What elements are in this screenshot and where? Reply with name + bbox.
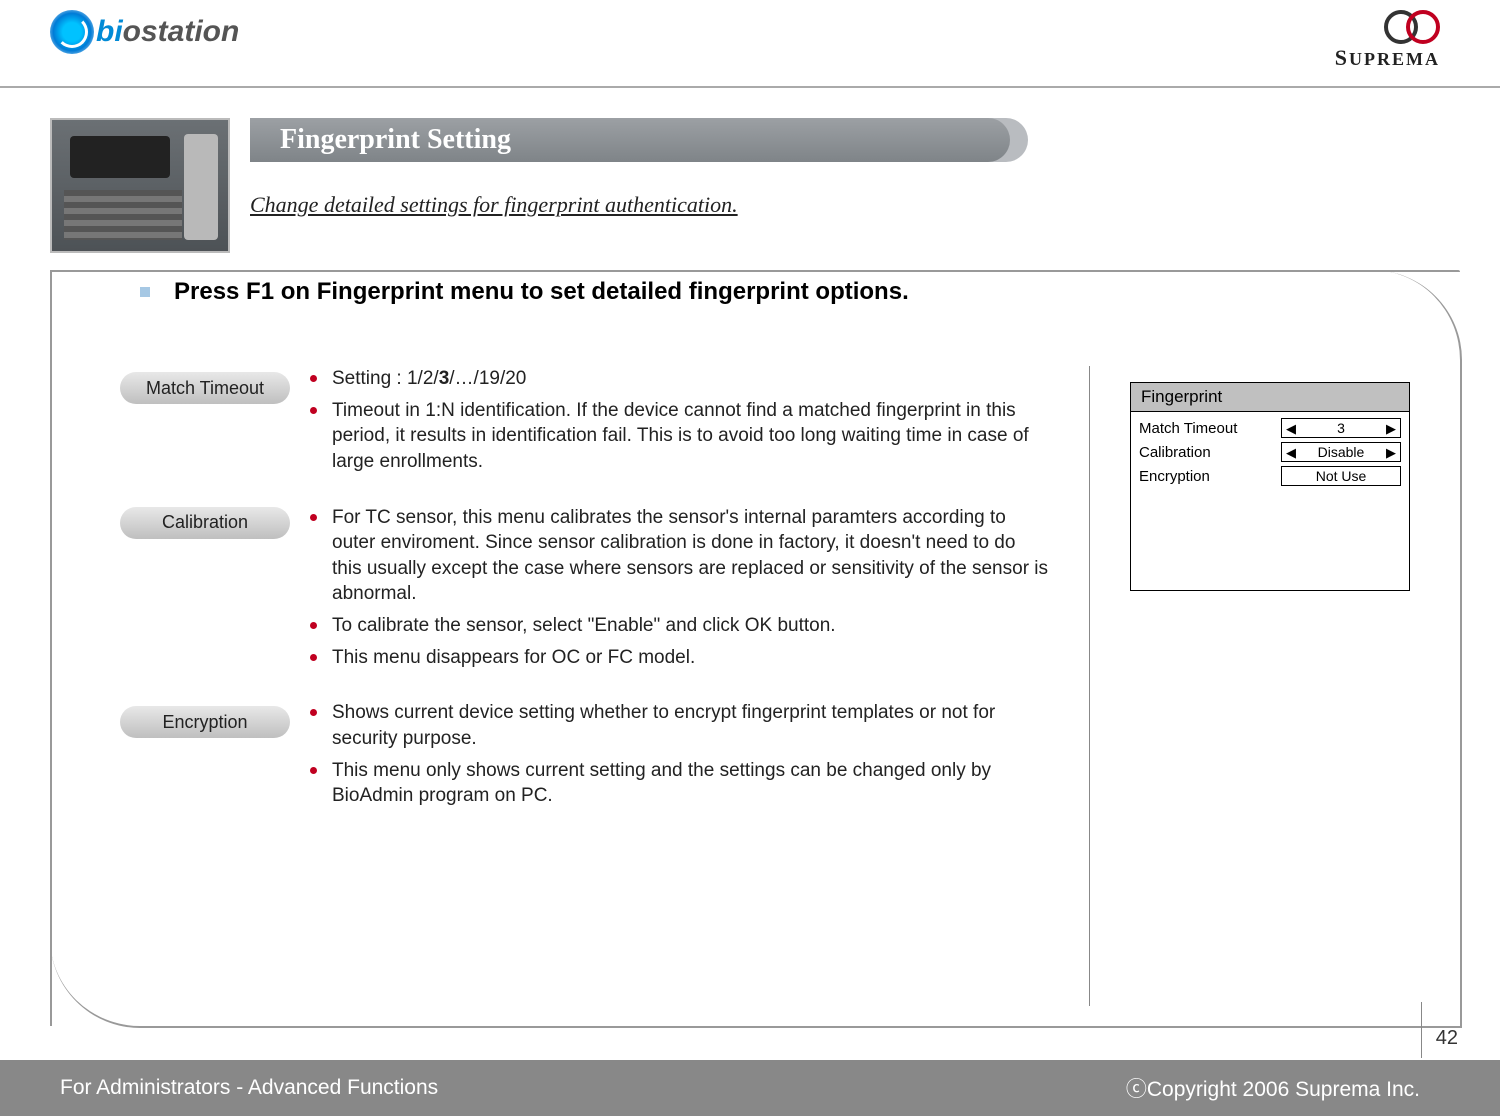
title-pill: Fingerprint Setting xyxy=(250,118,1010,162)
lcd-row-calibration: Calibration ◀ Disable ▶ xyxy=(1139,442,1401,462)
lcd-row-match-timeout: Match Timeout ◀ 3 ▶ xyxy=(1139,418,1401,438)
pill-match-timeout: Match Timeout xyxy=(120,372,290,404)
footer-right: ⓒCopyright 2006 Suprema Inc. xyxy=(1126,1073,1420,1103)
encryption-b2: This menu only shows current setting and… xyxy=(310,758,1049,809)
page-subtitle: Change detailed settings for fingerprint… xyxy=(250,192,1460,218)
calibration-b1: For TC sensor, this menu calibrates the … xyxy=(310,505,1049,608)
body-column: Match Timeout Setting : 1/2/3/…/19/20 Ti… xyxy=(120,366,1049,839)
section-heading: Press F1 on Fingerprint menu to set deta… xyxy=(140,278,1430,306)
logo-suprema: SUPREMA xyxy=(1335,10,1440,71)
page-number: 42 xyxy=(1436,1027,1458,1050)
main-panel: Press F1 on Fingerprint menu to set deta… xyxy=(50,270,1462,1028)
lcd-select-match-timeout[interactable]: ◀ 3 ▶ xyxy=(1281,418,1401,438)
triangle-right-icon[interactable]: ▶ xyxy=(1386,446,1396,459)
title-row: Fingerprint Setting Change detailed sett… xyxy=(50,118,1460,253)
pill-calibration: Calibration xyxy=(120,507,290,539)
logo-text-ostation: ostation xyxy=(123,15,240,48)
square-bullet-icon xyxy=(140,287,150,297)
pill-encryption: Encryption xyxy=(120,706,290,738)
lcd-column: Fingerprint Match Timeout ◀ 3 ▶ Calibrat… xyxy=(1130,366,1430,591)
lcd-select-calibration[interactable]: ◀ Disable ▶ xyxy=(1281,442,1401,462)
lcd-mockup: Fingerprint Match Timeout ◀ 3 ▶ Calibrat… xyxy=(1130,382,1410,591)
logo-text-bi: bi xyxy=(96,15,123,48)
triangle-left-icon[interactable]: ◀ xyxy=(1286,422,1296,435)
logo-biostation: biostation xyxy=(50,10,239,54)
match-timeout-desc: Timeout in 1:N identification. If the de… xyxy=(310,398,1049,475)
match-timeout-setting: Setting : 1/2/3/…/19/20 xyxy=(310,366,1049,392)
lcd-label: Encryption xyxy=(1139,468,1210,485)
item-encryption: Encryption Shows current device setting … xyxy=(120,700,1049,815)
triangle-left-icon[interactable]: ◀ xyxy=(1286,446,1296,459)
calibration-b3: This menu disappears for OC or FC model. xyxy=(310,645,1049,671)
item-calibration: Calibration For TC sensor, this menu cal… xyxy=(120,505,1049,677)
page-header: biostation SUPREMA xyxy=(0,0,1500,88)
page-title: Fingerprint Setting xyxy=(280,124,511,156)
heading-text: Press F1 on Fingerprint menu to set deta… xyxy=(174,278,909,306)
lcd-label: Match Timeout xyxy=(1139,420,1237,437)
calibration-b2: To calibrate the sensor, select "Enable"… xyxy=(310,613,1049,639)
suprema-text: SUPREMA xyxy=(1335,45,1440,71)
infinity-icon xyxy=(1384,10,1440,40)
triangle-right-icon[interactable]: ▶ xyxy=(1386,422,1396,435)
device-thumbnail xyxy=(50,118,230,253)
encryption-b1: Shows current device setting whether to … xyxy=(310,700,1049,751)
device-reader-icon xyxy=(184,134,218,240)
vertical-divider xyxy=(1089,366,1090,1006)
item-match-timeout: Match Timeout Setting : 1/2/3/…/19/20 Ti… xyxy=(120,366,1049,481)
page-footer: For Administrators - Advanced Functions … xyxy=(0,1060,1500,1116)
footer-left: For Administrators - Advanced Functions xyxy=(60,1076,438,1100)
lcd-label: Calibration xyxy=(1139,444,1211,461)
lcd-row-encryption: Encryption Not Use xyxy=(1139,466,1401,486)
lcd-title: Fingerprint xyxy=(1131,383,1409,412)
lcd-value-encryption: Not Use xyxy=(1281,466,1401,486)
fingerprint-swirl-icon xyxy=(50,10,94,54)
